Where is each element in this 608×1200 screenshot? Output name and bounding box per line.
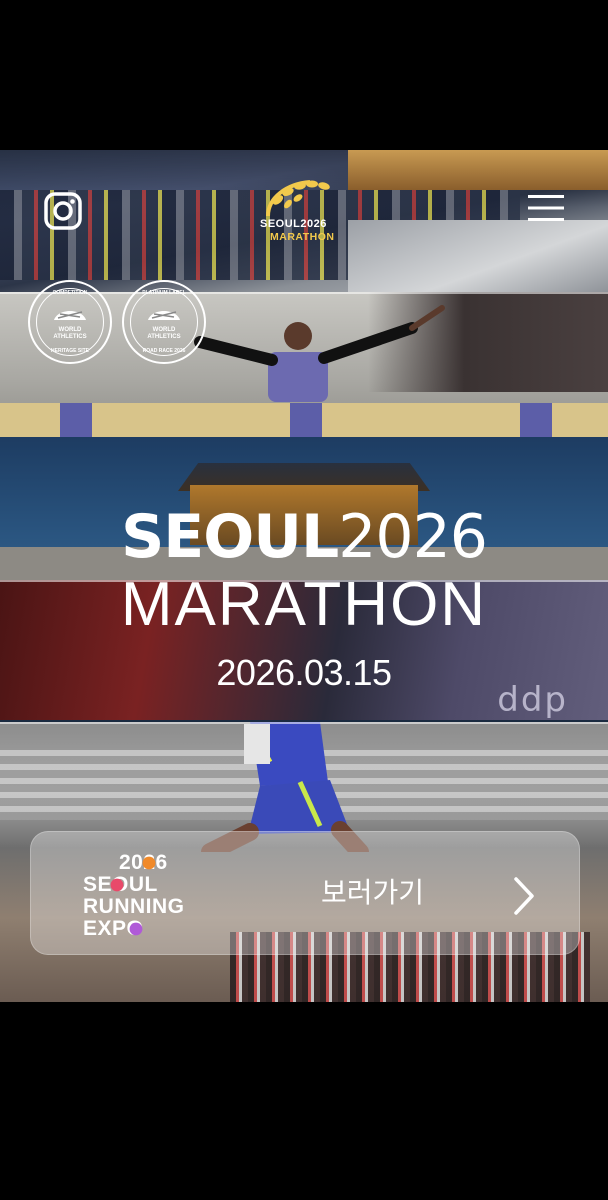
finishing-runner-photo bbox=[194, 305, 445, 402]
seoul-marathon-logo[interactable]: SEOUL2026 MARATHON bbox=[258, 176, 342, 243]
event-subtitle: MARATHON bbox=[120, 570, 488, 639]
title-year: 2026 bbox=[338, 502, 488, 572]
world-athletics-icon bbox=[54, 311, 86, 320]
badge-bottom-text: ROAD RACE 2026 bbox=[142, 348, 186, 354]
logo-text-marathon: MARATHON bbox=[270, 231, 335, 243]
badge-mid2: ATHLETICS bbox=[53, 334, 87, 340]
badge-mid1: WORLD bbox=[152, 327, 176, 333]
expo-view-button[interactable]: 보러가기 bbox=[321, 876, 424, 910]
chevron-right-icon[interactable] bbox=[513, 876, 535, 916]
logo-text-seoul: SEOUL2026 bbox=[260, 218, 327, 230]
instagram-icon[interactable] bbox=[44, 192, 82, 230]
road-photo bbox=[348, 220, 608, 292]
badge-mid1: WORLD bbox=[58, 327, 82, 333]
badge-mid2: ATHLETICS bbox=[147, 334, 181, 340]
palace-gate-photo bbox=[348, 150, 608, 190]
event-title: SEOUL2026 bbox=[0, 502, 608, 572]
title-seoul: SEOUL bbox=[121, 502, 339, 572]
badge-bottom-text: HERITAGE SITE bbox=[51, 348, 89, 354]
event-date: 2026.03.15 bbox=[216, 652, 392, 693]
world-athletics-platinum-badge: PLATINUM LABEL WORLD ATHLETICS ROAD RACE… bbox=[122, 280, 206, 364]
badge-top-text: COMPETITION bbox=[52, 290, 88, 296]
world-athletics-heritage-badge: COMPETITION WORLD ATHLETICS HERITAGE SIT… bbox=[28, 280, 112, 364]
expo-dot-icon bbox=[142, 856, 156, 870]
running-expo-logo: 2026 SEOUL RUNNING EXPO bbox=[83, 852, 243, 944]
badge-top-text: PLATINUM LABEL bbox=[142, 290, 186, 296]
finish-banner bbox=[0, 403, 608, 437]
expo-dot-icon bbox=[110, 878, 124, 892]
world-athletics-icon bbox=[148, 311, 180, 320]
divider bbox=[0, 722, 608, 724]
hamburger-menu-icon[interactable] bbox=[526, 192, 566, 224]
laurel-logo-icon bbox=[266, 180, 330, 217]
expo-dot-icon bbox=[129, 922, 143, 936]
running-expo-card[interactable]: 2026 SEOUL RUNNING EXPO 보러가기 bbox=[30, 831, 580, 955]
expo-logo-running: RUNNING bbox=[83, 895, 185, 918]
